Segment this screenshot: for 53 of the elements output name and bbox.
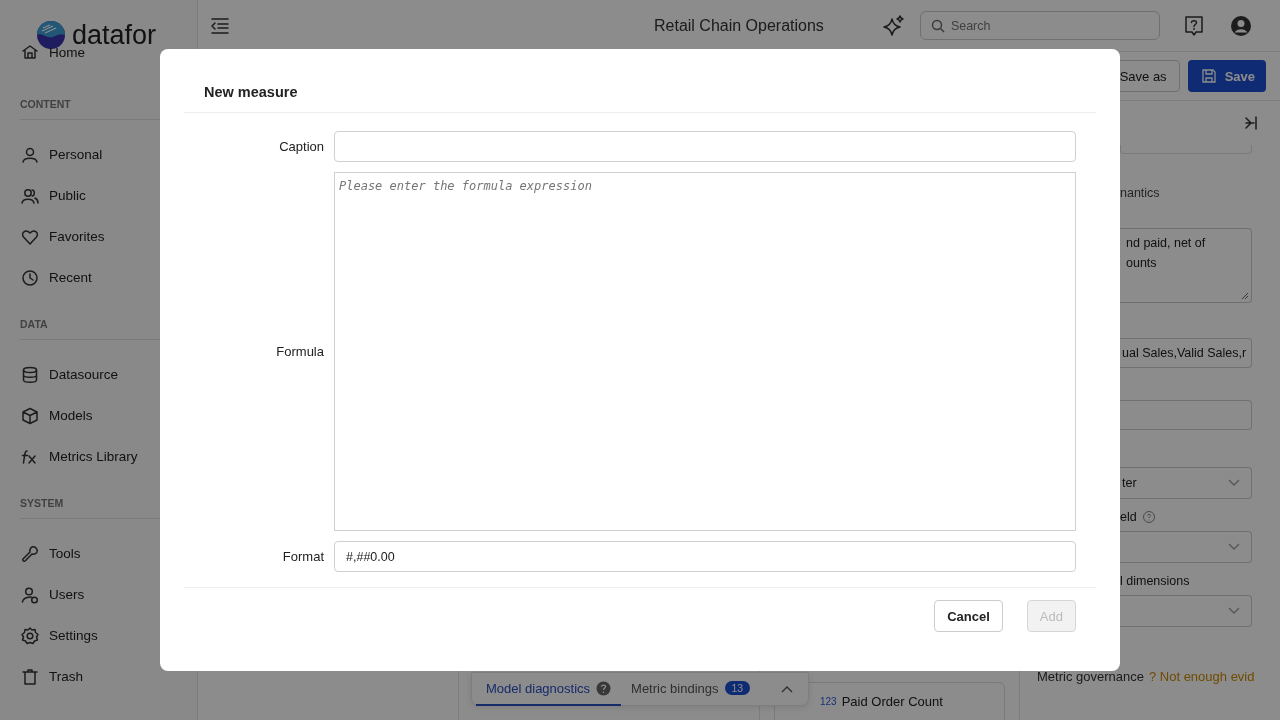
save-button[interactable]: Save: [1187, 60, 1266, 92]
ai-assistant-button[interactable]: [881, 13, 906, 38]
section-title: Metric governance: [1037, 669, 1144, 684]
nav-item[interactable]: Datasource: [20, 354, 197, 395]
field-label: Formula: [275, 344, 324, 359]
home-icon: [20, 42, 40, 62]
page-title: Retail Chain Operations: [654, 16, 824, 35]
field-label: Format: [281, 549, 324, 564]
field-label: eld: [1120, 510, 1137, 524]
settings-icon: [20, 625, 40, 646]
user-avatar-icon: [1229, 14, 1252, 37]
nav-item[interactable]: Recent: [20, 257, 197, 298]
clock-icon: [20, 267, 40, 288]
wrench-icon: [20, 543, 40, 564]
count-badge: 13: [724, 681, 751, 695]
nav-item[interactable]: Settings: [20, 615, 197, 656]
cube-icon: [20, 405, 40, 426]
nav-item[interactable]: Public: [20, 175, 197, 216]
section-title: nantics: [1120, 186, 1161, 200]
text-field[interactable]: #,##0.00: [334, 541, 1076, 572]
resize-handle-icon: [1241, 292, 1249, 300]
nav-item[interactable]: Users: [20, 574, 197, 615]
field-label: Caption: [278, 139, 324, 154]
collapse-right-icon: [1243, 115, 1259, 131]
logo-icon: [36, 20, 66, 50]
nav-item[interactable]: Models: [20, 395, 197, 436]
number-type-label: 123: [820, 695, 837, 707]
text-field[interactable]: [1120, 145, 1252, 154]
nav-item[interactable]: Metrics Library: [20, 436, 197, 477]
cancel-button[interactable]: Cancel: [934, 600, 1003, 632]
text-field[interactable]: ual Sales,Valid Sales,r: [1120, 338, 1252, 368]
dialog-title: New measure: [184, 49, 1096, 113]
save-icon: [1200, 68, 1217, 84]
warning-text: ? Not enough evid: [1148, 669, 1255, 684]
account-button[interactable]: [1228, 13, 1253, 38]
field-label: l dimensions: [1120, 574, 1190, 588]
text-field[interactable]: [334, 131, 1076, 162]
field-name: Paid Order Count: [841, 693, 943, 709]
nav-item[interactable]: Trash: [20, 656, 197, 697]
search-icon: [930, 19, 945, 33]
logo-text: datafor: [72, 19, 157, 50]
formula-editor[interactable]: Please enter the formula expression: [334, 172, 1076, 531]
search-field[interactable]: Search: [919, 11, 1160, 40]
nav-item[interactable]: Tools: [20, 533, 197, 574]
sparkle-icon: [881, 13, 906, 38]
database-icon: [20, 364, 40, 385]
nav-item[interactable]: Personal: [20, 134, 197, 175]
text-field[interactable]: [1120, 400, 1252, 430]
tab[interactable]: Metric bindings 13: [621, 672, 761, 706]
collapse-panel-button[interactable]: [1242, 114, 1260, 132]
dropdown[interactable]: ter: [1120, 467, 1252, 499]
nav-item[interactable]: Favorites: [20, 216, 197, 257]
trash-icon: [20, 666, 40, 687]
